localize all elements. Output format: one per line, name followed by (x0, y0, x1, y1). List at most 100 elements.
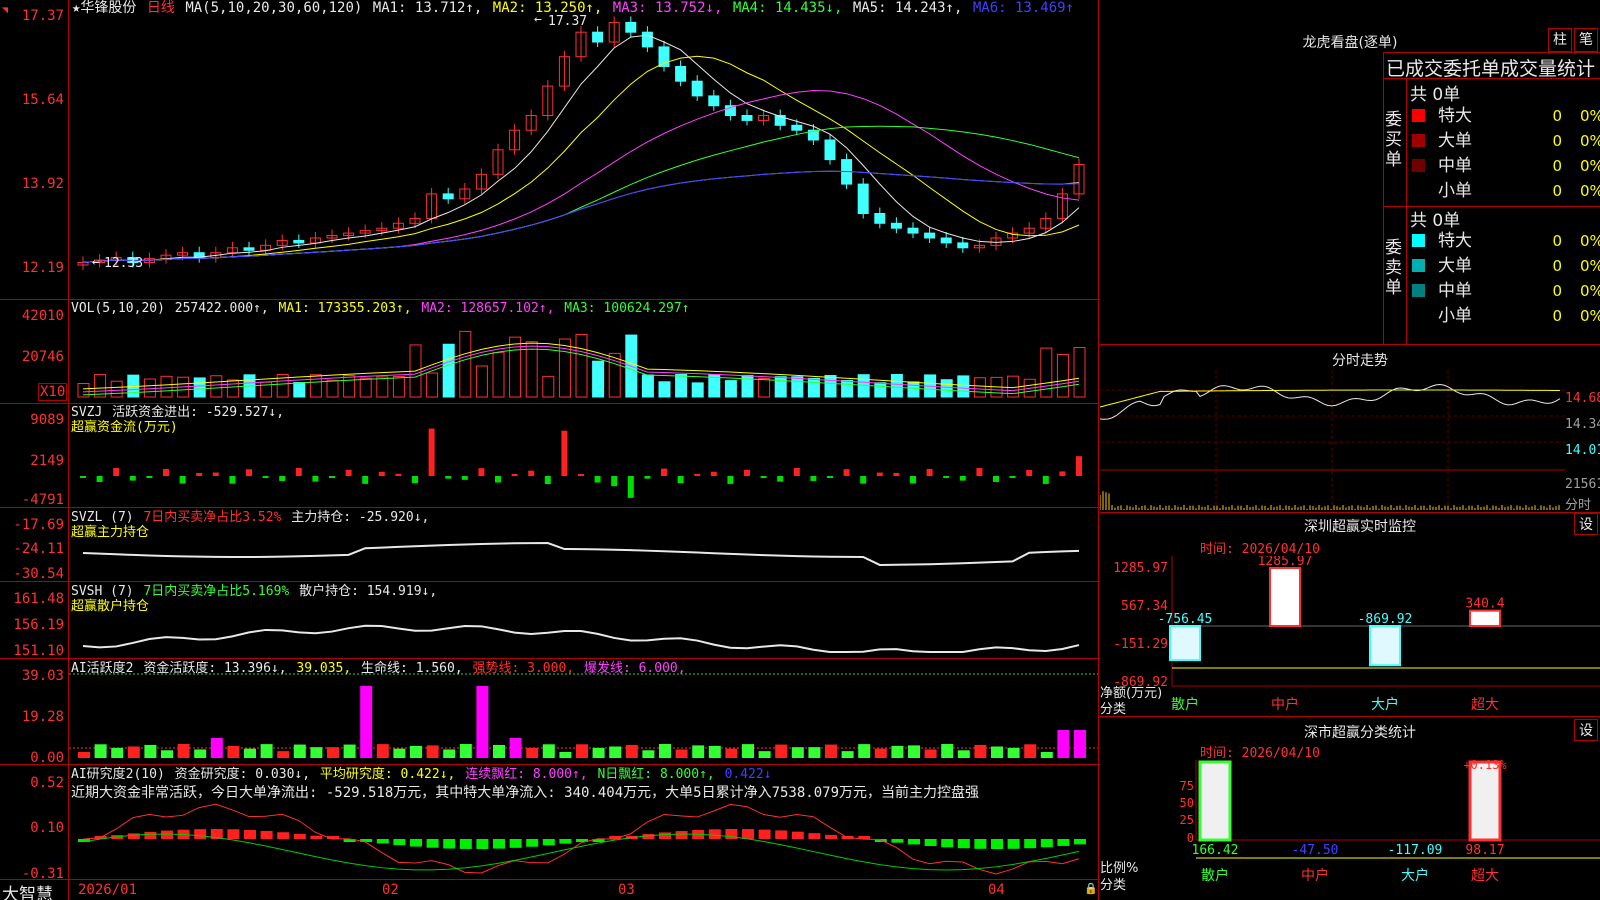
research-bar (708, 829, 721, 839)
sz-class-chart[interactable]: 7550250+0.13%166.42散户-47.50中户-117.09大户98… (1100, 760, 1600, 900)
activity-bar (459, 744, 472, 758)
main-y-label: 12.19 (21, 260, 64, 276)
volume-bar (193, 377, 206, 398)
fund-flow-bar (312, 476, 319, 482)
low-price-arrow: ← (92, 255, 100, 270)
ai-research-v5: 0.422↓ (724, 767, 772, 782)
fund-flow-bar (876, 472, 883, 476)
row-pct: 0% (1580, 307, 1600, 325)
row-count: 0 (1552, 182, 1562, 200)
activity-bar (908, 745, 920, 758)
vol-ma3: MA3: 100624.297↑ (564, 301, 690, 316)
activity-bar (310, 747, 323, 758)
activity-bar (293, 744, 306, 758)
buy-row: 小单 0 0% (1410, 179, 1600, 203)
fund-flow-bar (445, 476, 452, 479)
activity-bar (443, 749, 456, 758)
sz-monitor-settings-button[interactable]: 设 (1574, 513, 1598, 535)
volume-bar (841, 380, 854, 398)
buy-row: 特大 0 0% (1410, 104, 1600, 128)
research-bar (924, 839, 937, 846)
svzj-y-label: 2149 (30, 453, 64, 469)
fund-flow-bar (478, 468, 485, 476)
research-bar (775, 830, 788, 839)
period-label[interactable]: 日线 (147, 0, 175, 16)
intraday-chart[interactable] (1100, 370, 1600, 512)
row-label: 中单 (1438, 281, 1472, 301)
stock-name[interactable]: ★华锋股份 (72, 0, 136, 16)
fund-flow-bar (113, 468, 120, 476)
research-bar (891, 839, 904, 843)
ai-research-v3: 连续飘红: 8.000↑, (465, 767, 588, 782)
fund-flow-bar (843, 469, 850, 476)
row-pct: 0% (1580, 232, 1600, 250)
research-bar (675, 831, 688, 839)
candle-body (940, 237, 952, 244)
high-price-label: 17.37 (548, 14, 588, 29)
ai-research-comment: 近期大资金非常活跃，今日大单净流出: -529.518万元，其中特大单净流入: … (71, 785, 980, 801)
research-bar (542, 839, 555, 846)
volume-bar (890, 374, 903, 398)
candle-body (708, 95, 720, 107)
svsh-name: SVSH (7) (71, 584, 134, 599)
candle-body (741, 115, 753, 121)
volume-bar (973, 377, 986, 398)
tick-view-button[interactable]: 笔 (1574, 28, 1598, 52)
activity-bar (376, 744, 389, 758)
sz-monitor-chart[interactable]: 1285.97567.34-151.29-869.92-756.45散户1285… (1100, 556, 1600, 716)
row-pct: 0% (1580, 282, 1600, 300)
candle-body (293, 239, 305, 244)
svzl-y-label: -24.11 (13, 541, 64, 557)
sz-class-y-label: 50 (1180, 796, 1194, 810)
row-count: 0 (1552, 307, 1562, 325)
candle-body (691, 80, 703, 97)
vol-y-label: 20746 (21, 349, 64, 365)
ai-active-v5: 爆发线: 6.000, (583, 661, 686, 676)
brand-label[interactable]: 大智慧 (2, 880, 53, 900)
activity-bar (144, 744, 157, 758)
volume-bar (210, 375, 223, 398)
activity-bar (161, 750, 173, 758)
volume-bar (525, 341, 538, 398)
fund-flow-bar (661, 468, 667, 476)
candle-body (907, 227, 919, 234)
research-bar (908, 839, 920, 845)
fund-flow-bar (578, 474, 584, 476)
fund-flow-bar (96, 476, 103, 482)
sz-class-bar (1468, 760, 1502, 842)
fund-flow-bar (976, 468, 983, 476)
activity-bar (559, 751, 572, 758)
activity-bar (493, 744, 505, 758)
research-bar (293, 833, 306, 839)
sz-monitor-value-label: 1285.97 (1258, 556, 1313, 569)
activity-bar (642, 750, 655, 758)
research-bar (659, 832, 671, 839)
fund-flow-bar (893, 472, 900, 476)
activity-bar (957, 750, 970, 758)
volume-bar (758, 378, 771, 398)
fund-flow-bar (993, 476, 999, 482)
activity-bar (692, 745, 705, 758)
research-bar (1057, 839, 1070, 846)
sz-monitor-bar (1369, 625, 1401, 667)
sz-class-value-label: 166.42 (1192, 843, 1239, 858)
sz-class-settings-button[interactable]: 设 (1574, 719, 1598, 741)
candle-body (957, 242, 969, 249)
fund-flow-bar (926, 469, 933, 476)
ai-research-y-label: 0.10 (30, 820, 64, 836)
sz-monitor-time: 时间: 2026/04/10 (1200, 542, 1320, 557)
research-bar (1040, 839, 1053, 848)
main-chart-area[interactable]: ◥ ★华锋股份 日线 MA(5,10,20,30,60,120) MA1: 13… (0, 0, 1100, 900)
svzj-label: 活跃资金进出: -529.527↓, (112, 405, 285, 420)
activity-bar (327, 747, 339, 758)
volume-bar (426, 372, 439, 398)
activity-bar (675, 749, 688, 758)
research-bar (1007, 839, 1020, 849)
volume-bar (343, 375, 356, 398)
research-bar (443, 839, 456, 849)
lock-icon[interactable]: 🔒 (1084, 882, 1098, 895)
candlestick-chart[interactable] (0, 0, 1100, 900)
column-view-button[interactable]: 柱 (1548, 28, 1572, 52)
fund-flow-bar (329, 476, 335, 478)
svsh-pct: 7日内买卖净占比5.169% (143, 584, 290, 599)
